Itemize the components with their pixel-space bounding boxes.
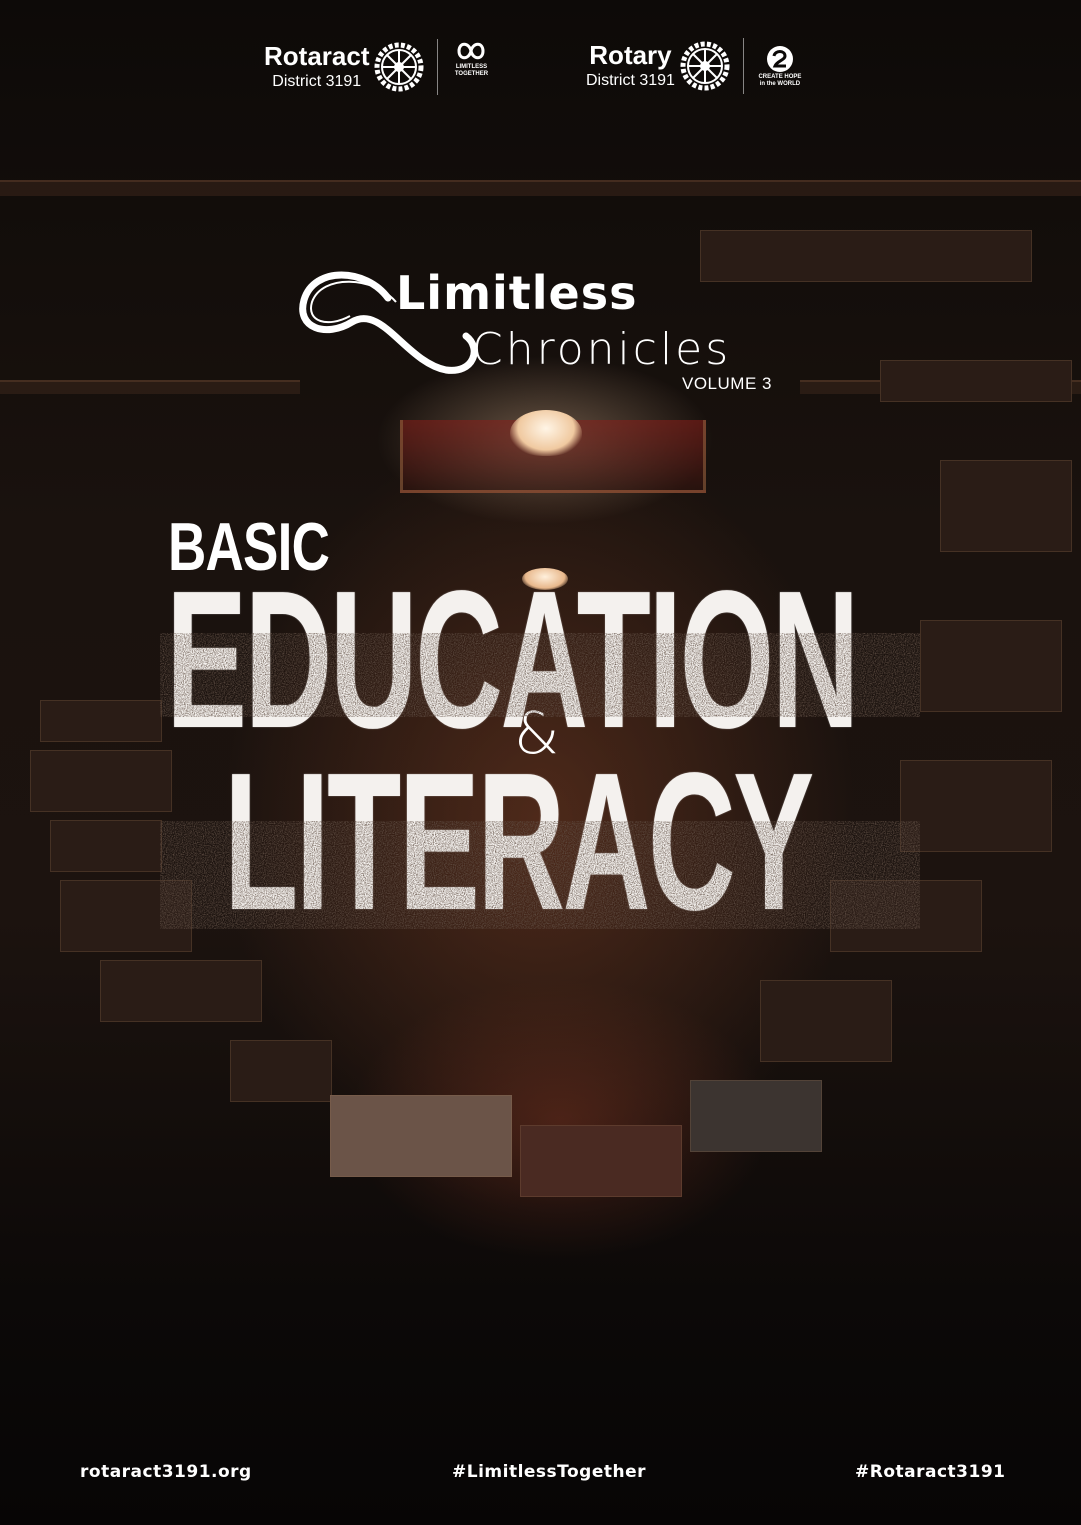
- hope-line1: CREATE HOPE: [758, 74, 802, 80]
- book-stack: [100, 960, 262, 1022]
- rotary-wheel-icon: [680, 41, 730, 91]
- rotary-name: Rotary: [589, 40, 672, 70]
- masthead-title-bottom: Chronicles: [472, 324, 732, 375]
- headline-line1: EDUCATION: [166, 550, 859, 769]
- rotary-logo: Rotary District 3191 CREATE HOPE in the …: [586, 38, 804, 94]
- limitless-together-badge: LIMITLESS TOGETHER: [450, 38, 492, 96]
- hope-icon: [766, 46, 793, 72]
- book-stack: [30, 750, 172, 812]
- book-stack: [760, 980, 892, 1062]
- create-hope-badge: CREATE HOPE in the WORLD: [756, 44, 804, 88]
- logo-divider: [742, 38, 744, 94]
- rotary-logo-text: Rotary District 3191: [586, 41, 675, 91]
- rotary-district: District 3191: [586, 72, 675, 89]
- rotaract-district: District 3191: [272, 73, 362, 90]
- rotaract-logo-text: Rotaract District 3191: [264, 42, 369, 92]
- book-stack: [830, 880, 982, 952]
- book-stack: [900, 760, 1052, 852]
- footer-hashtag-primary: #LimitlessTogether: [452, 1462, 647, 1482]
- book-stack: [50, 820, 162, 872]
- book-stack: [330, 1095, 512, 1177]
- infinity-icon: [457, 42, 485, 60]
- masthead: Limitless Chronicles VOLUME 3: [296, 262, 796, 402]
- footer-hashtag-secondary: #Rotaract3191: [855, 1462, 1006, 1482]
- shelf-band: [0, 180, 1081, 196]
- book-stack: [230, 1040, 332, 1102]
- book-stack: [920, 620, 1062, 712]
- logo-divider: [437, 39, 439, 95]
- book-stack: [940, 460, 1072, 552]
- badge-line2: TOGETHER: [454, 71, 489, 77]
- book-stack: [60, 880, 192, 952]
- ceiling-lamp: [510, 410, 582, 456]
- hope-line2: in the WORLD: [759, 81, 801, 87]
- rotaract-name: Rotaract: [264, 41, 370, 71]
- book-stack: [520, 1125, 682, 1197]
- footer-website[interactable]: rotaract3191.org: [80, 1462, 252, 1482]
- volume-label: VOLUME 3: [682, 374, 772, 393]
- masthead-title-top: Limitless: [396, 266, 638, 320]
- headline-line2: LITERACY: [224, 732, 814, 951]
- book-stack: [880, 360, 1072, 402]
- rotaract-logo: Rotaract District 3191 LIMITLESS TOGETHE…: [264, 38, 492, 96]
- shelf-band: [0, 380, 300, 394]
- badge-line1: LIMITLESS: [455, 64, 488, 70]
- rotary-wheel-icon: [374, 42, 424, 92]
- book-stack: [690, 1080, 822, 1152]
- magazine-cover: Rotaract District 3191 LIMITLESS TOGETHE…: [0, 0, 1081, 1525]
- book-stack: [40, 700, 162, 742]
